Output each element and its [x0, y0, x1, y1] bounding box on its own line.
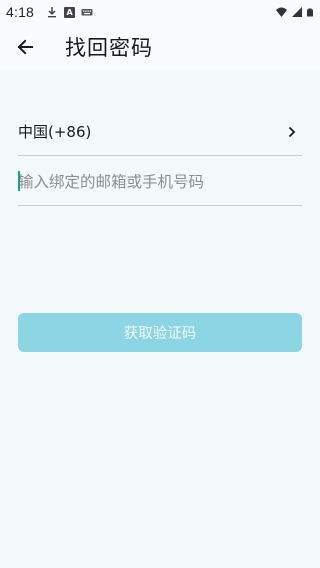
country-code-selector[interactable]: 中国(+86) [18, 108, 302, 156]
app-bar: 找回密码 [0, 24, 320, 70]
battery-icon [307, 8, 313, 16]
download-icon [48, 7, 57, 18]
country-code-label: 中国(+86) [18, 123, 92, 141]
arrow-left-icon [17, 39, 33, 55]
account-field [18, 158, 302, 206]
status-bar: 4:18 A [0, 0, 320, 24]
status-time: 4:18 [6, 4, 35, 20]
back-button[interactable] [13, 35, 37, 59]
cell-signal-icon [292, 7, 302, 17]
get-code-button[interactable]: 获取验证码 [18, 313, 302, 352]
page-title: 找回密码 [65, 36, 153, 60]
chevron-right-icon [288, 126, 296, 137]
text-cursor [18, 171, 20, 191]
keyboard-icon [81, 9, 93, 16]
status-system-icons [275, 6, 314, 19]
wifi-icon [276, 7, 287, 17]
find-password-screen: 4:18 A 找回密码 中国(+86) 输入绑定的邮箱或手机号码 获取验证码 [0, 0, 320, 568]
a-icon: A [64, 6, 76, 18]
account-input[interactable] [18, 158, 302, 205]
status-notification-icons: A [46, 6, 93, 18]
